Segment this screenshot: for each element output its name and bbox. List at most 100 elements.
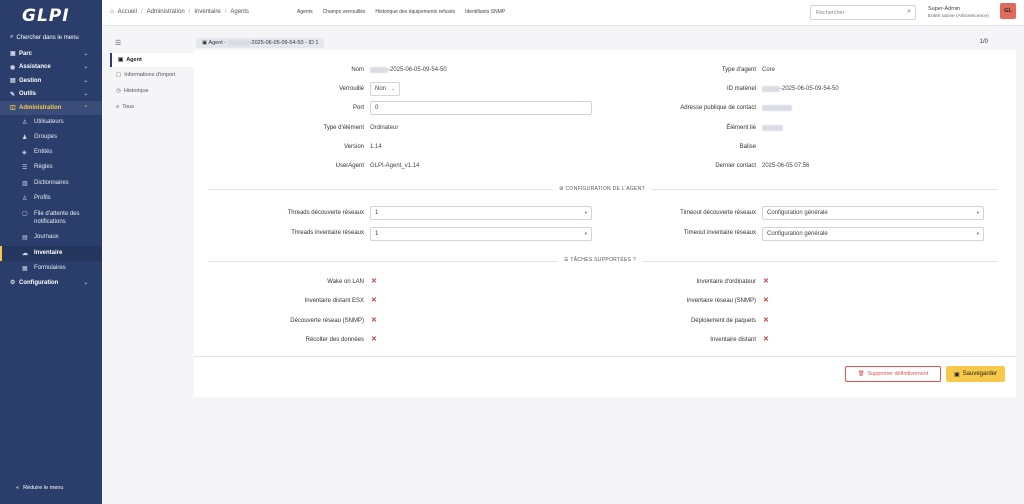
history-icon: ◷ [116, 88, 121, 94]
sidebar-sub-utilisateurs[interactable]: ♙ Utilisateurs [0, 115, 102, 130]
task-label: Inventaire d'ordinateur [696, 279, 756, 285]
type-agent-value: Core [762, 67, 776, 73]
sidebar-sub-notifications[interactable]: ▢ File d'attente des notifications [0, 206, 102, 230]
element-lie-blurred: xxxxxxx [762, 125, 783, 131]
id-materiel-label: ID matériel [726, 86, 756, 92]
port-input[interactable]: 0 [370, 101, 592, 115]
sidebar-sub-journaux[interactable]: ▤ Journaux [0, 230, 102, 245]
id-materiel-blurred: xxxxxx [762, 86, 780, 92]
sidebar-item-label: Gestion [19, 77, 42, 84]
tab-history[interactable]: ◷ Historique [110, 84, 194, 98]
element-lie-value[interactable]: xxxxxxx [762, 125, 783, 131]
sidebar-sub-inventaire[interactable]: ☁ Inventaire [0, 245, 102, 261]
sidebar-item-parc[interactable]: ▣ Parc ⌄ [0, 47, 102, 61]
tab-label: Historique [123, 88, 149, 94]
breadcrumb-administration[interactable]: Administration [147, 9, 185, 15]
save-icon: ▣ [953, 371, 960, 378]
config-section-title: ⚙ CONFIGURATION DE L'AGENT [553, 186, 651, 192]
threads-inventaire-value: 1 [375, 231, 379, 237]
book-icon: ▥ [22, 180, 28, 187]
config-title-text: CONFIGURATION DE L'AGENT [565, 186, 645, 192]
timeout-inventaire-label: Timeout inventaire réseaux [683, 230, 756, 236]
chevron-down-icon: ⌄ [83, 64, 88, 71]
version-value: 1.14 [370, 144, 382, 150]
item-header: ▣ Agent - xxxxxxxx-2025-06-05-09-54-50 -… [194, 36, 1016, 50]
user-menu[interactable]: Super-Admin Entité racine (Arborescence) [928, 5, 989, 21]
sidebar-item-configuration[interactable]: ⚙ Configuration ⌄ [0, 276, 102, 290]
administration-icon: ◫ [10, 105, 16, 112]
tab-agent[interactable]: ▣ Agent [110, 53, 194, 67]
sidebar-sub-label: Dictionnaires [34, 179, 69, 186]
cross-icon: ✕ [763, 297, 769, 304]
collapse-icon: « [16, 485, 20, 491]
sidebar-sub-label: Règles [34, 164, 53, 171]
title-suffix: -2025-06-05-09-54-50 - ID 1 [249, 40, 319, 46]
sidebar-item-gestion[interactable]: ▤ Gestion ⌄ [0, 74, 102, 88]
cross-icon: ✕ [371, 297, 377, 304]
sidebar-sub-entites[interactable]: ◈ Entités [0, 145, 102, 160]
timeout-decouverte-label: Timeout découverte réseaux [680, 210, 756, 216]
delete-label: Supprimer définitivement [867, 371, 929, 377]
breadcrumb-agents[interactable]: Agents [230, 9, 249, 15]
save-label: Sauvegarder [962, 371, 998, 377]
tabs-toggle-icon[interactable]: ☰ [115, 39, 121, 47]
toolbar-snmp-credentials-link[interactable]: Identifiants SNMP [465, 9, 505, 15]
timeout-decouverte-select[interactable]: Configuration générale ▾ [762, 206, 984, 220]
global-search-input[interactable]: Rechercher ⌕ [810, 5, 916, 20]
title-blurred: xxxxxxxx [227, 40, 250, 46]
tab-import-info[interactable]: ▢ Informations d'import [110, 68, 194, 82]
task-label: Inventaire distant [710, 337, 756, 343]
nom-value: xxxxxx-2025-06-05-09-54-50 [370, 67, 447, 73]
sidebar-item-administration[interactable]: ◫ Administration ⌃ [0, 101, 102, 115]
port-label: Port [352, 105, 364, 111]
sidebar-sub-regles[interactable]: ☰ Règles [0, 160, 102, 175]
toolbar-agents-link[interactable]: Agents [297, 9, 313, 15]
item-title: ▣ Agent - xxxxxxxx-2025-06-05-09-54-50 -… [196, 38, 325, 48]
avatar[interactable]: GL [1000, 3, 1016, 19]
toolbar-locked-fields-link[interactable]: Champs verrouillés [323, 9, 366, 15]
sidebar-sub-profils[interactable]: ♙ Profils [0, 191, 102, 206]
verrouille-select[interactable]: Non ⌄ [370, 82, 400, 96]
dernier-contact-label: Dernier contact [715, 163, 756, 169]
sidebar-menu: ▣ Parc ⌄ ◉ Assistance ⌄ ▤ Gestion ⌄ ✎ Outils ⌄ ◫… [0, 47, 102, 290]
adresse-value: xxxxxxxxxx [762, 105, 792, 111]
useragent-value: GLPI-Agent_v1.14 [370, 163, 420, 169]
help-icon: ? [631, 257, 637, 263]
chevron-down-icon: ▾ [976, 231, 979, 236]
toolbar-refused-history-link[interactable]: Historique des équipements refusés [375, 9, 455, 15]
rules-icon: ☰ [22, 165, 28, 172]
form-icon: ▦ [22, 265, 28, 272]
sidebar-item-label: Configuration [19, 279, 59, 286]
task-label: Inventaire distant ESX [304, 298, 364, 304]
threads-decouverte-select[interactable]: 1 ▾ [370, 206, 592, 220]
sidebar-sub-dictionnaires[interactable]: ▥ Dictionnaires [0, 176, 102, 191]
timeout-inventaire-select[interactable]: Configuration générale ▾ [762, 227, 984, 241]
timeout-decouverte-value: Configuration générale [767, 210, 828, 216]
delete-permanently-button[interactable]: 🗑 Supprimer définitivement [845, 366, 941, 382]
task-label: Déploiement de paquets [690, 318, 756, 324]
menu-search[interactable]: ⌕ Chercher dans le menu [10, 34, 79, 41]
sidebar-sub-label: Profils [34, 194, 51, 201]
sidebar-item-outils[interactable]: ✎ Outils ⌄ [0, 88, 102, 102]
sidebar-sub-formulaires[interactable]: ▦ Formulaires [0, 261, 102, 276]
task-label: Récolter des données [305, 337, 364, 343]
breadcrumb-home[interactable]: Accueil [118, 9, 137, 15]
save-button[interactable]: ▣ Sauvegarder [946, 366, 1005, 382]
threads-inventaire-select[interactable]: 1 ▾ [370, 227, 592, 241]
breadcrumb-inventaire[interactable]: Inventaire [194, 9, 220, 15]
sidebar: GLPI ⌕ Chercher dans le menu ▣ Parc ⌄ ◉ Ass… [0, 0, 102, 504]
tab-all[interactable]: ≡ Tous [110, 100, 194, 114]
cross-icon: ✕ [371, 278, 377, 285]
collapse-menu-button[interactable]: « Réduire le menu [16, 485, 63, 491]
sidebar-item-assistance[interactable]: ◉ Assistance ⌄ [0, 61, 102, 75]
nom-blurred: xxxxxx [370, 67, 388, 73]
sidebar-sub-label: Groupes [34, 133, 58, 140]
type-element-value: Ordinateur [370, 125, 399, 131]
tab-label: Agent [126, 57, 142, 63]
breadcrumb-separator: / [140, 9, 143, 15]
search-icon[interactable]: ⌕ [907, 8, 911, 16]
glpi-logo[interactable]: GLPI [22, 6, 70, 26]
sidebar-sub-label: Utilisateurs [34, 118, 64, 125]
sidebar-sub-groupes[interactable]: ♟ Groupes [0, 130, 102, 145]
chevron-down-icon: ⌄ [83, 77, 88, 84]
